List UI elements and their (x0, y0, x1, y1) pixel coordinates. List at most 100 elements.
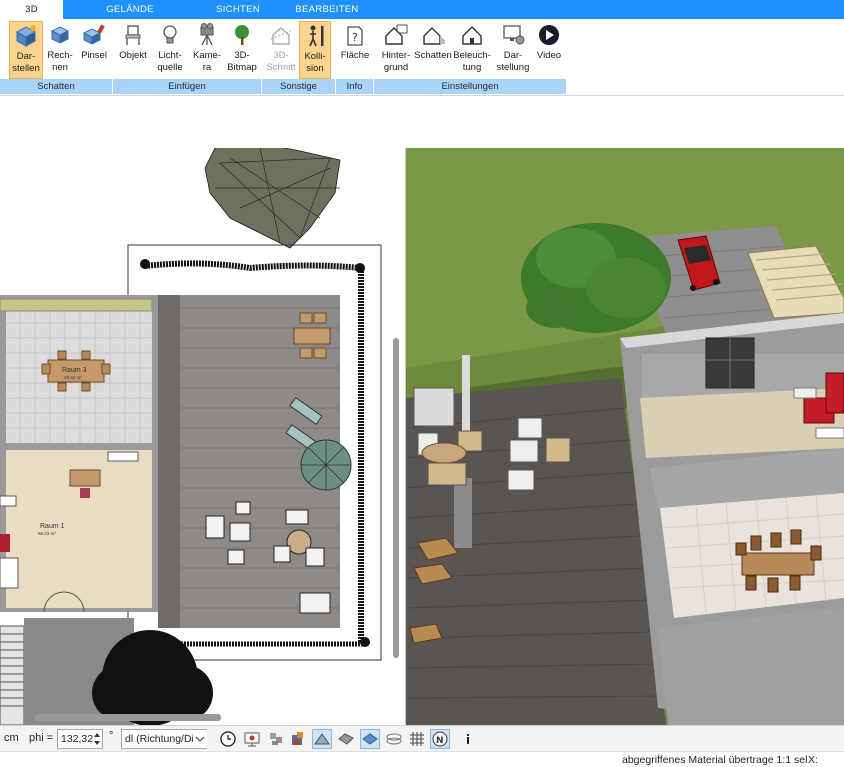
layers-icon (386, 733, 402, 745)
direction-dropdown-arrow[interactable] (193, 730, 207, 748)
room3-name: Raum 3 (62, 367, 87, 374)
screen-button[interactable] (242, 729, 262, 749)
coord-x-label: X: (808, 754, 818, 766)
monitor-settings-icon (503, 25, 525, 45)
chevron-down-icon (195, 736, 205, 742)
collision-label: Kolli- sion (304, 51, 326, 74)
section3d-button[interactable]: 3D- Schnitt (264, 21, 298, 79)
shadow-button[interactable]: Schatten (414, 21, 452, 79)
degree-label: ° (109, 730, 114, 742)
phi-stepper[interactable] (91, 730, 103, 748)
group-label-info: Info (336, 79, 374, 94)
lightbulb-icon (163, 25, 177, 44)
display-settings-label: Dar- stellung (496, 50, 530, 73)
play-icon (539, 25, 559, 45)
brush-button[interactable]: Pinsel (78, 21, 110, 79)
phi-label: phi = (29, 732, 54, 744)
status-bar: abgegriffenes Material übertrage 1:1 sel… (0, 751, 844, 767)
tree-top-icon (204, 148, 341, 249)
bottom-toolbar: cm phi = 132,32 ° dl (Richtung/Di N (0, 725, 844, 751)
stepper-arrows-icon (94, 733, 100, 745)
presentation-icon (244, 732, 260, 747)
floor-view-button[interactable] (360, 729, 380, 749)
info-icon (467, 734, 469, 744)
info-button[interactable] (458, 729, 478, 749)
cube-render-icon (15, 25, 37, 47)
display-settings-button[interactable]: Dar- stellung (494, 21, 532, 79)
area-label: Fläche (340, 50, 370, 61)
unit-label: cm (4, 732, 19, 744)
person-collision-icon (309, 25, 324, 47)
lighting-label: Beleuch- tung (453, 50, 491, 73)
horizontal-scrollbar[interactable] (35, 714, 221, 721)
object-label: Objekt (119, 50, 147, 61)
view-3d-canvas (406, 148, 844, 725)
background-button[interactable]: Hinter- grund (377, 21, 415, 79)
area-info-icon: ? (347, 26, 363, 46)
background-label: Hinter- grund (381, 50, 411, 73)
video-label: Video (536, 50, 562, 61)
terrain-view-button[interactable] (312, 729, 332, 749)
house-background-icon (385, 24, 408, 45)
clock-button[interactable] (218, 729, 238, 749)
svg-text:?: ? (352, 31, 358, 44)
bitmap3d-button[interactable]: 3D- Bitmap (225, 21, 259, 79)
clock-icon (220, 731, 236, 747)
calculate-label: Rech- nen (47, 50, 73, 73)
video-button[interactable]: Video (533, 21, 565, 79)
vertical-scrollbar[interactable] (393, 338, 399, 658)
tab-sichten[interactable]: SICHTEN (208, 0, 268, 19)
area-button[interactable]: ? Fläche (338, 21, 372, 79)
terrain-icon (314, 733, 330, 745)
section3d-label: 3D- Schnitt (266, 50, 296, 73)
view-3d[interactable] (406, 148, 844, 725)
room1-name: Raum 1 (40, 523, 65, 530)
shadow-label: Schatten (414, 50, 452, 61)
layers-button[interactable] (384, 729, 404, 749)
paint-cube-icon (82, 24, 105, 45)
tab-gelaende[interactable]: GELÄNDE (100, 0, 160, 19)
camera-icon (200, 23, 214, 46)
lightsource-label: Licht- quelle (157, 50, 183, 73)
section-icon (270, 27, 292, 45)
willow-tree-icon (521, 223, 671, 333)
brush-label: Pinsel (81, 50, 107, 61)
svg-text:N: N (436, 736, 444, 746)
lightsource-button[interactable]: Licht- quelle (152, 21, 188, 79)
grid-button[interactable] (407, 729, 427, 749)
group-label-sonstige: Sonstige (262, 79, 336, 94)
group-label-einstellungen: Einstellungen (374, 79, 567, 94)
calculate-button[interactable]: Rech- nen (45, 21, 75, 79)
bitmap3d-label: 3D- Bitmap (227, 50, 257, 73)
material-button[interactable] (288, 729, 308, 749)
collision-button[interactable]: Kolli- sion (299, 21, 331, 79)
texture-icon (338, 733, 354, 745)
floorplan-2d-view[interactable]: Raum 3 45.42 m² Raum 1 66.23 m² (0, 148, 406, 725)
room1-area: 66.23 m² (38, 531, 56, 536)
camera-button[interactable]: Kame- ra (190, 21, 224, 79)
texture-button[interactable] (336, 729, 356, 749)
render-label: Dar- stellen (12, 51, 40, 74)
tab-bearbeiten[interactable]: BEARBEITEN (292, 0, 362, 19)
north-button[interactable]: N (430, 729, 450, 749)
object-button[interactable]: Objekt (116, 21, 150, 79)
house-shadow-icon (423, 27, 445, 45)
app-window: 3D GELÄNDE SICHTEN BEARBEITEN Dar- stell… (0, 0, 844, 767)
group-label-schatten: Schatten (0, 79, 113, 94)
tab-3d[interactable]: 3D (0, 0, 63, 19)
objects-button[interactable] (266, 729, 286, 749)
floor-plane-icon (362, 733, 378, 745)
house-light-icon (462, 26, 482, 45)
floorplan-canvas: Raum 3 45.42 m² Raum 1 66.23 m² (0, 148, 382, 725)
north-compass-icon: N (432, 731, 448, 747)
tree-icon (235, 25, 249, 45)
grid-icon (410, 732, 424, 746)
render-button[interactable]: Dar- stellen (9, 21, 43, 79)
objects-icon (270, 733, 282, 745)
status-message: abgegriffenes Material übertrage 1:1 sel (622, 754, 808, 766)
material-paint-icon (292, 732, 303, 745)
room3-area: 45.42 m² (64, 375, 82, 380)
camera-label: Kame- ra (193, 50, 221, 73)
blank-strip (0, 96, 844, 148)
lighting-button[interactable]: Beleuch- tung (453, 21, 491, 79)
